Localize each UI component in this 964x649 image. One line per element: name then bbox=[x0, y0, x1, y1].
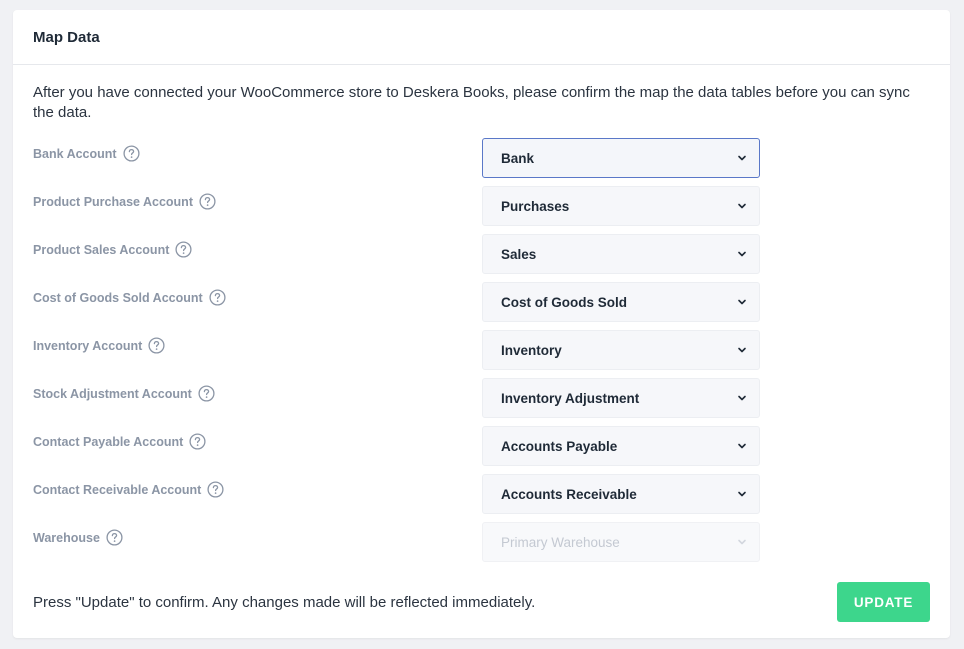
update-button[interactable]: UPDATE bbox=[837, 582, 930, 622]
map-data-card: Map Data After you have connected your W… bbox=[13, 10, 950, 638]
select-value: Cost of Goods Sold bbox=[501, 295, 627, 310]
field-label-text: Warehouse bbox=[33, 530, 100, 545]
field-label: Inventory Account bbox=[33, 337, 165, 354]
field-row: Warehouse Primary Warehouse bbox=[13, 522, 950, 562]
question-circle-icon[interactable] bbox=[198, 385, 215, 402]
field-row: Cost of Goods Sold Account Cost of Goods … bbox=[13, 282, 950, 322]
question-circle-icon[interactable] bbox=[123, 145, 140, 162]
question-circle-icon[interactable] bbox=[175, 241, 192, 258]
field-label: Stock Adjustment Account bbox=[33, 385, 215, 402]
field-row: Product Purchase Account Purchases bbox=[13, 186, 950, 226]
field-row: Inventory Account Inventory bbox=[13, 330, 950, 370]
card-header: Map Data bbox=[13, 10, 950, 65]
field-label-text: Product Sales Account bbox=[33, 242, 170, 257]
chevron-down-icon bbox=[737, 441, 747, 451]
chevron-down-icon bbox=[737, 393, 747, 403]
footer-note: Press "Update" to confirm. Any changes m… bbox=[33, 594, 536, 611]
question-circle-icon[interactable] bbox=[199, 193, 216, 210]
account-select[interactable]: Bank bbox=[482, 138, 760, 178]
intro-text: After you have connected your WooCommerc… bbox=[33, 84, 910, 121]
account-select[interactable]: Sales bbox=[482, 234, 760, 274]
select-value: Primary Warehouse bbox=[501, 535, 620, 550]
select-value: Bank bbox=[501, 151, 535, 166]
field-row: Stock Adjustment Account Inventory Adjust… bbox=[13, 378, 950, 418]
field-label-text: Inventory Account bbox=[33, 338, 143, 353]
account-select[interactable]: Purchases bbox=[482, 186, 760, 226]
field-label-text: Contact Payable Account bbox=[33, 434, 184, 449]
field-label-text: Cost of Goods Sold Account bbox=[33, 290, 203, 305]
field-label: Contact Receivable Account bbox=[33, 481, 224, 498]
select-value: Sales bbox=[501, 247, 537, 262]
chevron-down-icon bbox=[737, 153, 747, 163]
question-circle-icon[interactable] bbox=[148, 337, 165, 354]
chevron-down-icon bbox=[737, 537, 747, 547]
field-label: Cost of Goods Sold Account bbox=[33, 289, 226, 306]
select-value: Purchases bbox=[501, 199, 570, 214]
field-row: Product Sales Account Sales bbox=[13, 234, 950, 274]
chevron-down-icon bbox=[737, 297, 747, 307]
select-value: Accounts Receivable bbox=[501, 487, 637, 502]
account-select[interactable]: Accounts Payable bbox=[482, 426, 760, 466]
field-label-text: Bank Account bbox=[33, 146, 117, 161]
question-circle-icon[interactable] bbox=[189, 433, 206, 450]
field-label-text: Contact Receivable Account bbox=[33, 482, 202, 497]
select-value: Inventory Adjustment bbox=[501, 391, 640, 406]
account-select: Primary Warehouse bbox=[482, 522, 760, 562]
field-row: Contact Receivable Account Accounts Recei… bbox=[13, 474, 950, 514]
select-value: Accounts Payable bbox=[501, 439, 618, 454]
field-label: Bank Account bbox=[33, 145, 140, 162]
field-label: Product Sales Account bbox=[33, 241, 192, 258]
account-select[interactable]: Accounts Receivable bbox=[482, 474, 760, 514]
question-circle-icon[interactable] bbox=[207, 481, 224, 498]
account-select[interactable]: Inventory Adjustment bbox=[482, 378, 760, 418]
chevron-down-icon bbox=[737, 345, 747, 355]
question-circle-icon[interactable] bbox=[106, 529, 123, 546]
field-row: Contact Payable Account Accounts Payable bbox=[13, 426, 950, 466]
field-label: Warehouse bbox=[33, 529, 123, 546]
account-select[interactable]: Inventory bbox=[482, 330, 760, 370]
chevron-down-icon bbox=[737, 201, 747, 211]
card-title: Map Data bbox=[33, 29, 100, 46]
chevron-down-icon bbox=[737, 249, 747, 259]
field-label-text: Product Purchase Account bbox=[33, 194, 193, 209]
question-circle-icon[interactable] bbox=[209, 289, 226, 306]
field-label: Product Purchase Account bbox=[33, 193, 216, 210]
chevron-down-icon bbox=[737, 489, 747, 499]
field-label: Contact Payable Account bbox=[33, 433, 206, 450]
account-select[interactable]: Cost of Goods Sold bbox=[482, 282, 760, 322]
field-row: Bank Account Bank bbox=[13, 138, 950, 178]
field-label-text: Stock Adjustment Account bbox=[33, 386, 192, 401]
select-value: Inventory bbox=[501, 343, 562, 358]
